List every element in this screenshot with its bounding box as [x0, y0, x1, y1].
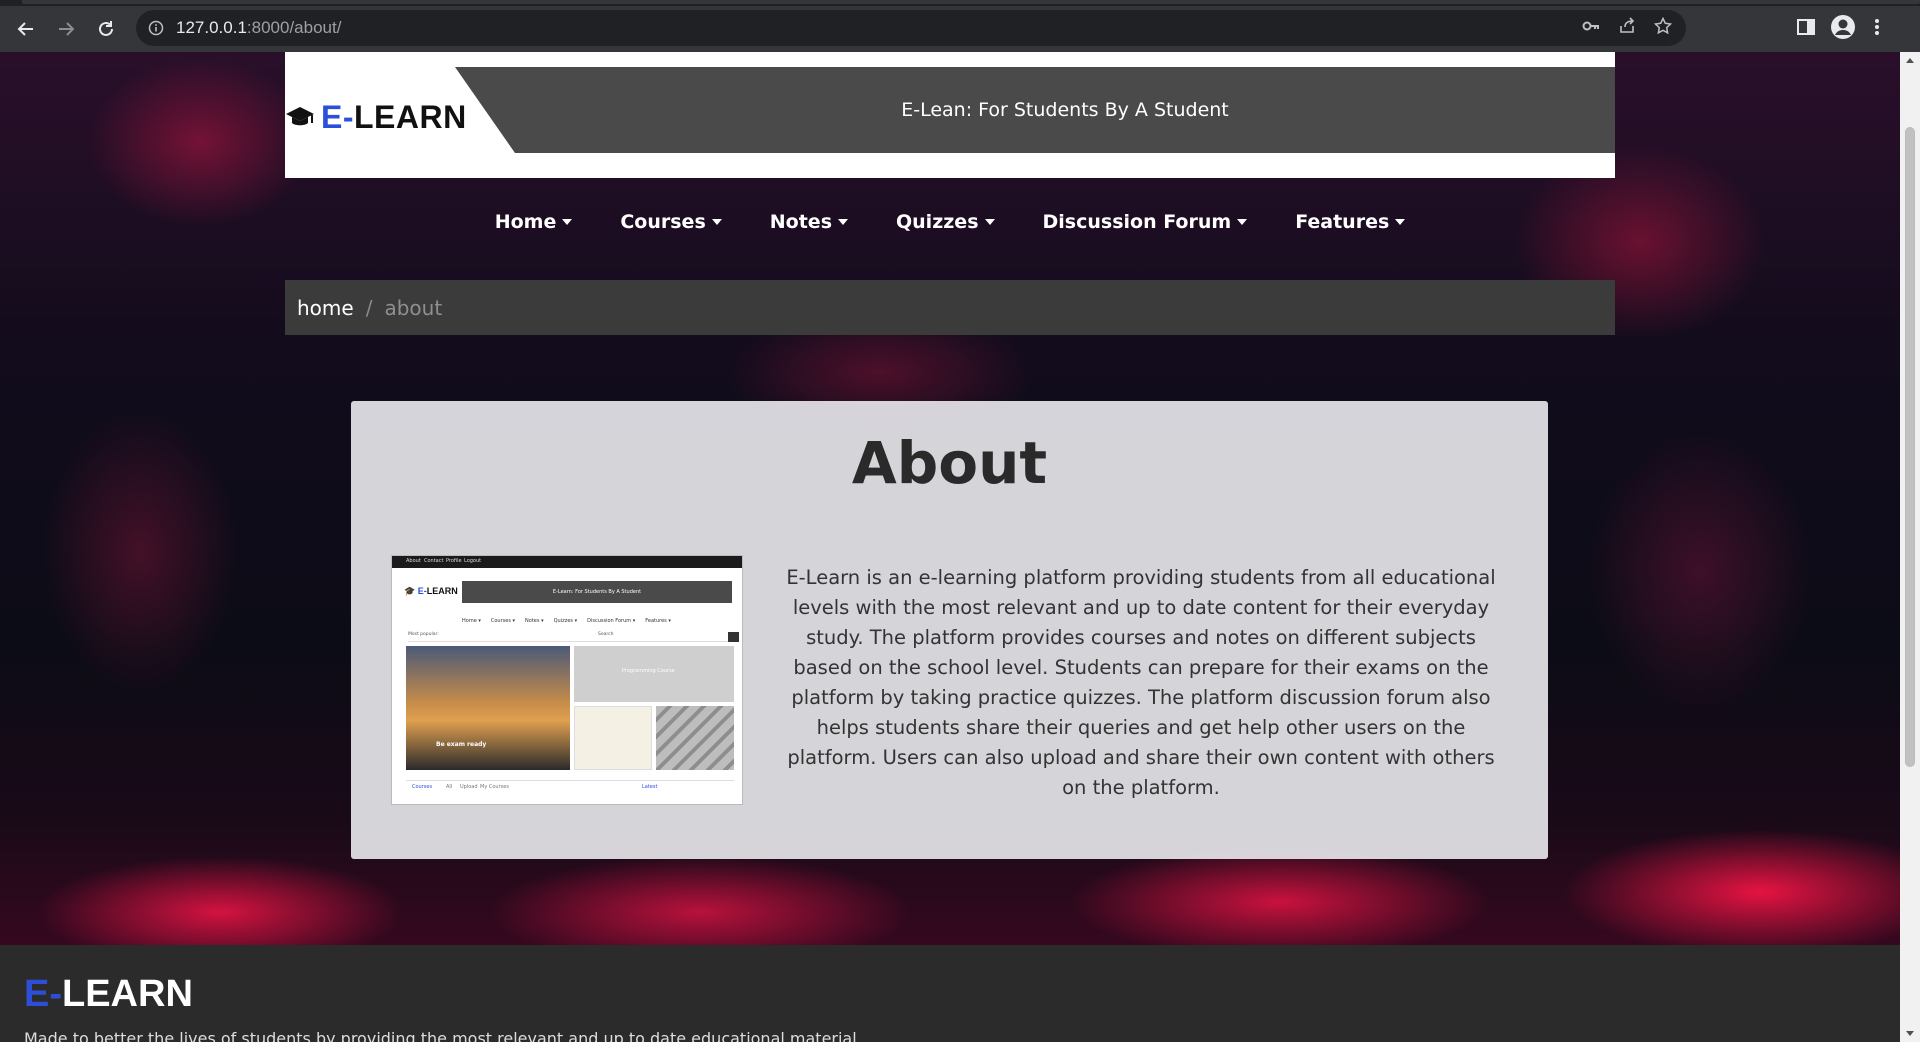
side-panel-icon[interactable] — [1796, 17, 1816, 41]
caret-down-icon — [984, 219, 995, 225]
logo-text: E-LEARN — [321, 99, 467, 136]
page-viewport: E-LEARN E-Lean: For Students By A Studen… — [0, 52, 1900, 1042]
tagline: E-Lean: For Students By A Student — [901, 99, 1229, 121]
caret-down-icon — [562, 219, 573, 225]
site-footer: E-LEARN Made to better the lives of stud… — [0, 945, 1900, 1042]
footer-logo-prefix: E- — [24, 973, 62, 1015]
preview-nav-item: Courses ▾ — [490, 618, 516, 624]
logo-prefix: E- — [321, 98, 354, 135]
preview-top-link: Contact — [424, 558, 444, 564]
url-text: 127.0.0.1:8000/about/ — [176, 18, 341, 38]
breadcrumb-separator: / — [365, 295, 373, 320]
nav-notes[interactable]: Notes — [770, 211, 848, 233]
page-scrollbar[interactable] — [1900, 52, 1920, 1042]
url-path: :8000/about/ — [246, 18, 342, 37]
preview-banner: E-Learn: For Students By A Student — [462, 581, 732, 603]
preview-tab: Courses — [412, 784, 433, 790]
site-header: E-LEARN E-Lean: For Students By A Studen… — [285, 52, 1615, 178]
nav-courses-label: Courses — [620, 211, 706, 233]
arrow-right-icon — [59, 22, 75, 36]
preview-nav-item: Features ▾ — [645, 618, 671, 624]
preview-top-link: Profile — [446, 558, 462, 564]
key-icon[interactable] — [1582, 17, 1600, 39]
address-bar[interactable]: 127.0.0.1:8000/about/ — [136, 10, 1686, 46]
footer-logo[interactable]: E-LEARN — [24, 973, 193, 1016]
caret-down-icon — [711, 219, 722, 225]
breadcrumb-current: about — [384, 295, 443, 320]
preview-tagline: E-Learn: For Students By A Student — [552, 589, 642, 595]
caret-down-icon — [838, 219, 848, 225]
preview-slide-caption: Be exam ready — [436, 741, 487, 748]
preview-tab: All — [446, 784, 453, 790]
site-info-icon[interactable] — [136, 20, 176, 36]
preview-logo: 🎓 E-LEARN — [404, 586, 458, 596]
profile-avatar-icon[interactable] — [1830, 14, 1856, 44]
preview-logo-rest: LEARN — [426, 586, 458, 596]
preview-course-card: Programming Course — [574, 646, 734, 702]
preview-search-row: Most popular: Search — [408, 632, 739, 642]
about-description: E-Learn is an e-learning platform provid… — [786, 566, 1496, 799]
preview-search-button — [728, 632, 739, 642]
page-title: About — [851, 429, 1048, 497]
nav-quizzes[interactable]: Quizzes — [896, 211, 995, 233]
footer-tagline: Made to better the lives of students by … — [24, 1029, 857, 1042]
nav-home[interactable]: Home — [495, 211, 573, 233]
preview-top-link: Logout — [464, 558, 482, 564]
preview-nav-item: Quizzes ▾ — [553, 618, 578, 624]
preview-top-bar: About Contact Profile Logout — [392, 556, 742, 568]
preview-card-label: Programming Course — [622, 668, 675, 674]
breadcrumb: home / about — [285, 280, 1615, 335]
preview-search-label: Most popular: — [408, 632, 439, 637]
back-button[interactable] — [6, 9, 46, 49]
scroll-up-icon[interactable] — [1906, 58, 1914, 63]
nav-notes-label: Notes — [769, 211, 832, 233]
caret-down-icon — [1395, 219, 1406, 225]
nav-features-label: Features — [1295, 211, 1390, 233]
preview-search-placeholder: Search — [598, 632, 614, 637]
url-host: 127.0.0.1 — [176, 18, 247, 37]
nav-home-label: Home — [494, 211, 557, 233]
preview-latest: Latest — [642, 784, 658, 790]
nav-quizzes-label: Quizzes — [896, 211, 979, 233]
about-card: About About Contact Profile Logout 🎓 E-L… — [351, 401, 1548, 859]
logo-rest: LEARN — [354, 98, 467, 135]
scroll-down-icon[interactable] — [1906, 1031, 1914, 1036]
tagline-banner: E-Lean: For Students By A Student — [455, 67, 1615, 153]
scrollbar-thumb[interactable] — [1905, 127, 1915, 767]
preview-nav-item: Discussion Forum ▾ — [587, 618, 636, 624]
preview-nav: Home ▾ Courses ▾ Notes ▾ Quizzes ▾ Discu… — [462, 618, 702, 624]
nav-courses[interactable]: Courses — [620, 211, 722, 233]
preview-tab: My Courses — [480, 784, 509, 790]
footer-logo-rest: LEARN — [62, 973, 193, 1015]
preview-notes-image — [574, 706, 652, 770]
preview-tab: Upload — [460, 784, 478, 790]
browser-toolbar: 127.0.0.1:8000/about/ — [0, 6, 1920, 52]
main-navigation: Home Courses Notes Quizzes Discussion Fo… — [285, 202, 1615, 242]
preview-nav-item: Home ▾ — [462, 618, 481, 624]
preview-nav-item: Notes ▾ — [525, 618, 544, 624]
bookmark-star-icon[interactable] — [1653, 16, 1673, 39]
caret-down-icon — [1237, 219, 1248, 225]
preview-slide-image: Be exam ready — [406, 646, 570, 770]
site-preview-image: About Contact Profile Logout 🎓 E-LEARN E… — [391, 555, 743, 805]
nav-discussion-forum[interactable]: Discussion Forum — [1043, 211, 1248, 233]
arrow-left-icon — [17, 22, 33, 36]
preview-tabs: Courses All Upload My Courses Latest — [406, 780, 734, 794]
share-icon[interactable] — [1618, 17, 1636, 39]
preview-quiz-image — [656, 706, 734, 770]
graduation-cap-icon — [286, 107, 314, 126]
reload-icon — [99, 21, 113, 36]
preview-top-link: About — [406, 558, 421, 564]
browser-menu-icon[interactable] — [1870, 17, 1884, 41]
preview-logo-prefix: E- — [417, 586, 427, 596]
reload-button[interactable] — [86, 9, 126, 49]
forward-button[interactable] — [46, 9, 86, 49]
nav-features[interactable]: Features — [1295, 211, 1406, 233]
site-logo[interactable]: E-LEARN — [285, 92, 467, 142]
breadcrumb-home-link[interactable]: home — [297, 296, 354, 320]
nav-discussion-forum-label: Discussion Forum — [1042, 211, 1232, 233]
